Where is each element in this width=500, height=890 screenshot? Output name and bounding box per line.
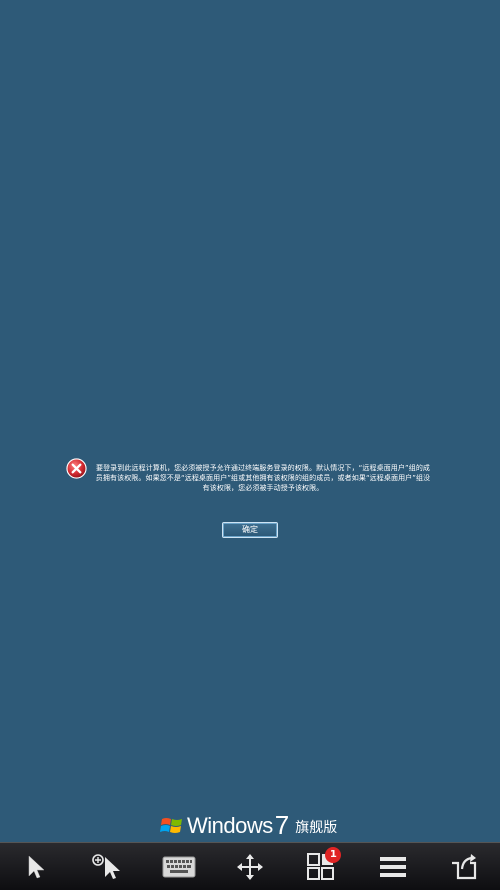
brand-edition: 旗舰版 [295, 820, 338, 836]
ok-button[interactable]: 确定 [222, 522, 278, 538]
keyboard-icon [162, 856, 196, 878]
brand-version: 7 [274, 809, 290, 840]
remote-desktop-screen: 要登录到此远程计算机，您必须被授予允许通过终端服务登录的权限。默认情况下，“远程… [0, 0, 500, 890]
move-icon [236, 854, 263, 880]
move-button[interactable] [220, 845, 280, 889]
zoom-pointer-icon [92, 854, 121, 879]
notification-badge: 1 [325, 847, 342, 863]
windows-brand: Windows 7 旗舰版 [160, 809, 338, 840]
windows-flag-icon [160, 818, 182, 833]
menu-icon [379, 857, 406, 877]
error-icon [66, 458, 87, 479]
zoom-pointer-button[interactable] [77, 845, 137, 889]
apps-button[interactable]: 1 [291, 845, 351, 889]
keyboard-button[interactable] [149, 845, 209, 889]
menu-button[interactable] [363, 845, 423, 889]
brand-name: Windows [187, 813, 273, 838]
bottom-toolbar: 1 [0, 842, 500, 890]
back-button[interactable] [434, 845, 494, 889]
pointer-icon [28, 855, 45, 879]
back-icon [452, 854, 477, 880]
pointer-button[interactable] [6, 845, 66, 889]
error-message-text: 要登录到此远程计算机，您必须被授予允许通过终端服务登录的权限。默认情况下，“远程… [95, 464, 431, 492]
